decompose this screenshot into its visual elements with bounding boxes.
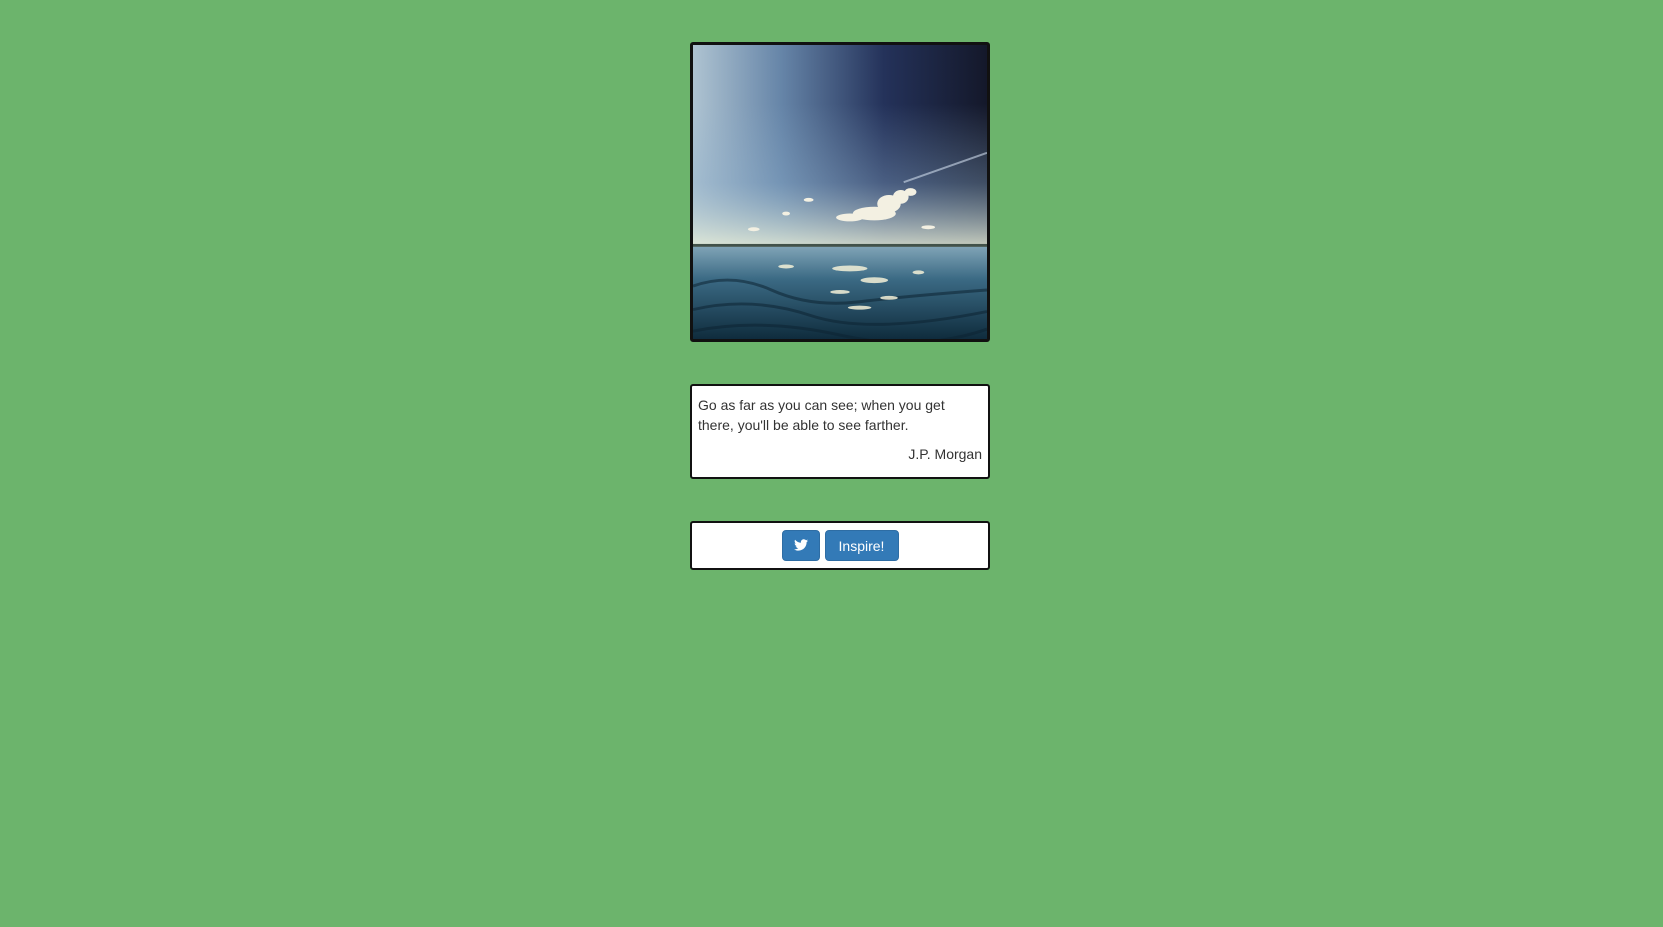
quote-photo <box>690 42 990 342</box>
twitter-icon <box>793 538 808 554</box>
quote-card: Go as far as you can see; when you get t… <box>690 384 990 479</box>
quote-text: Go as far as you can see; when you get t… <box>698 397 945 433</box>
seascape-image <box>693 45 987 339</box>
quote-author: J.P. Morgan <box>908 446 982 462</box>
inspire-button[interactable]: Inspire! <box>824 530 899 561</box>
action-bar: Inspire! <box>690 521 990 570</box>
tweet-button[interactable] <box>781 530 820 561</box>
